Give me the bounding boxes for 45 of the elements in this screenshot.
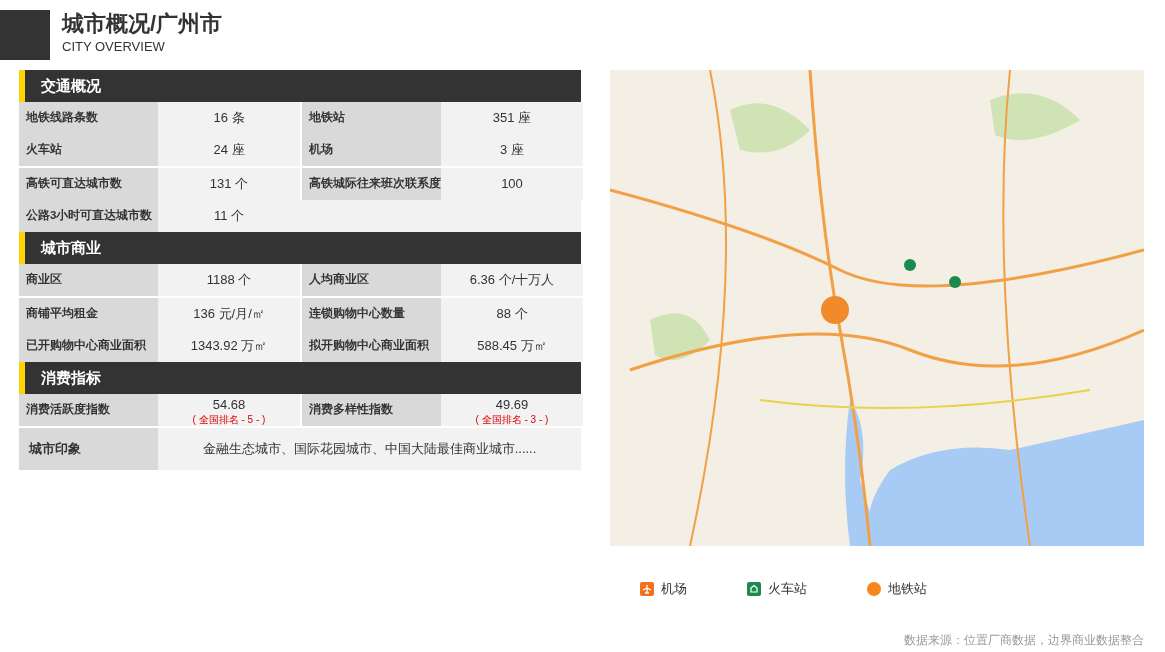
label-cell: 人均商业区 [302, 264, 441, 296]
label-cell: 连锁购物中心数量 [302, 298, 441, 330]
section-title: 消费指标 [41, 367, 101, 388]
label-cell: 地铁线路条数 [19, 102, 158, 134]
value-text: 136 元/月/㎡ [193, 305, 265, 324]
rank-text: ( 全国排名 - 5 - ) [192, 414, 266, 425]
label-cell: 拟开购物中心商业面积 [302, 330, 441, 362]
label-cell: 商铺平均租金 [19, 298, 158, 330]
value-text: 3 座 [500, 141, 524, 160]
label-cell: 公路3小时可直达城市数 [19, 200, 158, 232]
page-title: 城市概况/广州市 [62, 10, 223, 38]
legend-label: 火车站 [768, 580, 807, 598]
label-cell: 消费多样性指数 [302, 394, 441, 426]
label-cell: 地铁站 [302, 102, 441, 134]
value-text: 88 个 [496, 305, 528, 324]
source-note: 数据来源：位置厂商数据，边界商业数据整合 [904, 631, 1144, 649]
value-text: 16 条 [213, 109, 245, 128]
label-cell: 已开购物中心商业面积 [19, 330, 158, 362]
label-cell: 城市印象 [19, 428, 158, 470]
label-cell: 商业区 [19, 264, 158, 296]
label-cell: 高铁可直达城市数 [19, 168, 158, 200]
value-text: 11 个 [213, 207, 245, 226]
legend-label: 机场 [661, 580, 687, 598]
section-title: 城市商业 [41, 237, 101, 258]
value-text: 1188 个 [206, 271, 252, 290]
label-cell: 火车站 [19, 134, 158, 166]
label-cell: 消费活跃度指数 [19, 394, 158, 426]
value-text: 1343.92 万㎡ [190, 337, 268, 356]
header-block [0, 10, 50, 60]
value-text: 351 座 [492, 109, 532, 128]
station-icon [747, 581, 761, 596]
value-text: 100 [501, 175, 523, 194]
value-text: 588.45 万㎡ [477, 337, 547, 356]
rank-text: ( 全国排名 - 3 - ) [475, 414, 549, 425]
section-title: 交通概况 [41, 75, 101, 96]
value-text: 131 个 [209, 175, 249, 194]
value-text: 6.36 个/十万人 [469, 271, 555, 290]
airplane-icon [640, 581, 654, 596]
value-text: 24 座 [213, 141, 245, 160]
page-subtitle: CITY OVERVIEW [62, 38, 166, 56]
label-cell: 高铁城际往来班次联系度 [302, 168, 441, 200]
legend-label: 地铁站 [888, 580, 927, 598]
value-text: 49.69 [495, 396, 529, 414]
label-cell: 机场 [302, 134, 441, 166]
value-text: 54.68 [212, 396, 246, 414]
